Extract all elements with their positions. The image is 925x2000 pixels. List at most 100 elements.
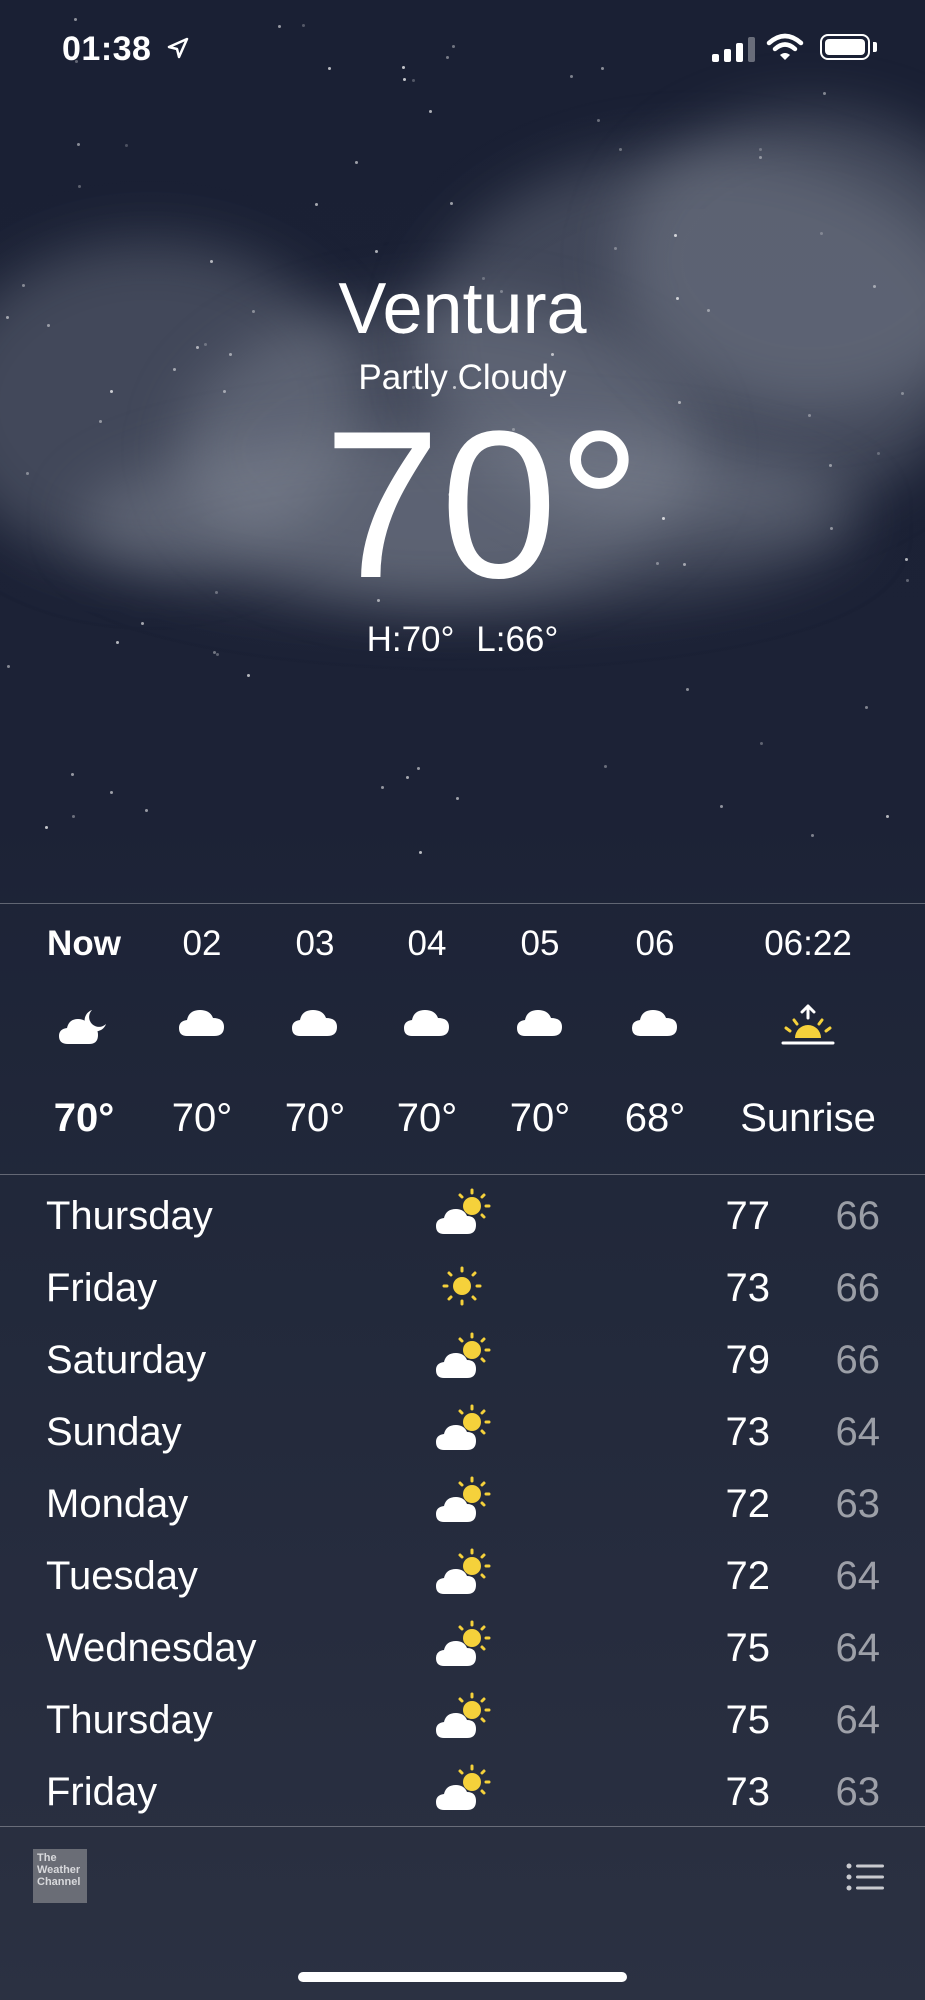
day-row: Friday 73 63 bbox=[0, 1760, 925, 1832]
weather-channel-logo[interactable]: The Weather Channel bbox=[33, 1849, 87, 1903]
day-high: 75 bbox=[725, 1698, 771, 1742]
star bbox=[278, 25, 281, 28]
partly-sunny-icon bbox=[436, 1332, 491, 1378]
sun-icon bbox=[442, 1266, 482, 1306]
hour-label: 06:22 bbox=[764, 924, 852, 963]
hour-label: 05 bbox=[520, 924, 560, 963]
day-high: 73 bbox=[725, 1770, 771, 1814]
hour-item: 03 70° bbox=[259, 904, 371, 1174]
star bbox=[674, 234, 677, 237]
star bbox=[74, 18, 77, 21]
star bbox=[865, 706, 868, 709]
star bbox=[759, 148, 762, 151]
star bbox=[247, 674, 250, 677]
star bbox=[302, 24, 305, 27]
day-row: Thursday 77 66 bbox=[0, 1184, 925, 1256]
day-name: Friday bbox=[46, 1770, 158, 1814]
day-high: 73 bbox=[725, 1410, 771, 1454]
hour-label: 06 bbox=[635, 924, 675, 963]
day-low: 63 bbox=[835, 1770, 881, 1814]
day-row: Sunday 73 64 bbox=[0, 1400, 925, 1472]
hour-item: 02 70° bbox=[146, 904, 258, 1174]
hour-label: 03 bbox=[295, 924, 335, 963]
star bbox=[446, 56, 449, 59]
sunrise-label: Sunrise bbox=[740, 1096, 876, 1140]
cloud-icon bbox=[371, 1004, 483, 1054]
star bbox=[125, 144, 128, 147]
day-row: Tuesday 72 64 bbox=[0, 1544, 925, 1616]
partly-sunny-icon bbox=[436, 1620, 491, 1666]
star bbox=[72, 815, 75, 818]
sunrise-icon bbox=[728, 1004, 888, 1054]
star bbox=[456, 797, 459, 800]
low-temperature: L:66° bbox=[476, 620, 559, 659]
day-name: Friday bbox=[46, 1266, 158, 1310]
star bbox=[402, 66, 405, 69]
day-low: 64 bbox=[835, 1698, 881, 1742]
cloud-icon bbox=[259, 1004, 371, 1054]
day-name: Thursday bbox=[46, 1698, 213, 1742]
star bbox=[412, 79, 415, 82]
day-low: 66 bbox=[835, 1266, 881, 1310]
star bbox=[760, 742, 763, 745]
hour-item: 06:22 Sunrise bbox=[728, 904, 888, 1174]
cloud-icon bbox=[599, 1004, 711, 1054]
star bbox=[381, 786, 384, 789]
cloud-icon bbox=[146, 1004, 258, 1054]
star bbox=[686, 688, 689, 691]
star bbox=[604, 765, 607, 768]
moon-cloud-icon bbox=[28, 1004, 140, 1054]
star bbox=[419, 851, 422, 854]
star bbox=[886, 815, 889, 818]
partly-sunny-icon bbox=[436, 1476, 491, 1522]
star bbox=[450, 202, 453, 205]
day-name: Monday bbox=[46, 1482, 189, 1526]
star bbox=[429, 110, 432, 113]
star bbox=[77, 143, 80, 146]
hour-temperature: 70° bbox=[53, 1096, 115, 1140]
day-low: 64 bbox=[835, 1626, 881, 1670]
day-high: 77 bbox=[725, 1194, 771, 1238]
hourly-forecast[interactable]: Now 70° 02 70° 03 70° 04 70° 05 70° 06 6… bbox=[0, 904, 925, 1174]
cellular-signal-icon bbox=[712, 36, 755, 62]
hour-temperature: 70° bbox=[171, 1096, 233, 1140]
battery-tip bbox=[873, 42, 877, 52]
current-temperature: 70° bbox=[323, 387, 642, 622]
star bbox=[355, 161, 358, 164]
day-high: 73 bbox=[725, 1266, 771, 1310]
location-arrow-icon bbox=[167, 37, 189, 59]
partly-sunny-icon bbox=[436, 1548, 491, 1594]
day-name: Sunday bbox=[46, 1410, 182, 1454]
star bbox=[315, 203, 318, 206]
partly-sunny-icon bbox=[436, 1188, 491, 1234]
wifi-icon bbox=[766, 33, 804, 60]
star bbox=[811, 834, 814, 837]
star bbox=[110, 791, 113, 794]
day-high: 75 bbox=[725, 1626, 771, 1670]
day-high: 72 bbox=[725, 1482, 771, 1526]
logo-line: Channel bbox=[37, 1876, 81, 1888]
hour-item: 05 70° bbox=[484, 904, 596, 1174]
day-low: 66 bbox=[835, 1338, 881, 1382]
hour-item: 06 68° bbox=[599, 904, 711, 1174]
day-low: 63 bbox=[835, 1482, 881, 1526]
star bbox=[820, 232, 823, 235]
cloud-icon bbox=[484, 1004, 596, 1054]
star bbox=[406, 776, 409, 779]
star bbox=[229, 353, 232, 356]
footer-divider bbox=[0, 1826, 925, 1827]
city-list-icon[interactable] bbox=[846, 1862, 886, 1892]
star bbox=[452, 45, 455, 48]
day-row: Friday 73 66 bbox=[0, 1256, 925, 1328]
star bbox=[823, 92, 826, 95]
logo-line: Weather bbox=[37, 1864, 81, 1876]
star bbox=[7, 665, 10, 668]
partly-sunny-icon bbox=[436, 1764, 491, 1810]
hour-temperature: 70° bbox=[396, 1096, 458, 1140]
hour-temperature: 70° bbox=[509, 1096, 571, 1140]
high-low: H:70° L:66° bbox=[0, 620, 925, 660]
star bbox=[720, 805, 723, 808]
star bbox=[78, 185, 81, 188]
home-indicator[interactable] bbox=[298, 1972, 627, 1982]
star bbox=[45, 826, 48, 829]
